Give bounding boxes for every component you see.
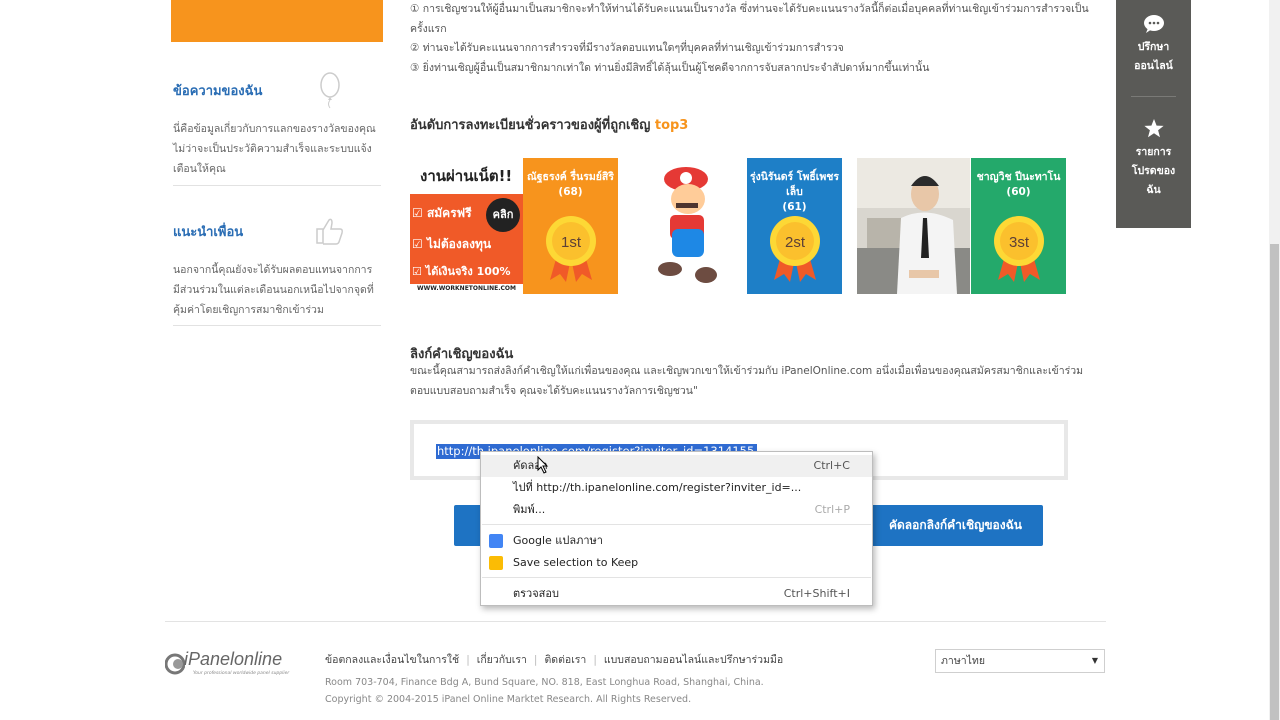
context-menu-print[interactable]: พิมพ์... Ctrl+P: [481, 499, 872, 521]
rank-tile-1: ณัฐธรงค์ รื่นรมย์สิริ (68) 1st: [523, 158, 618, 294]
ad-banner[interactable]: งานผ่านเน็ต!! ☑ สมัครฟรี ☑ ไม่ต้องลงทุน …: [410, 158, 523, 294]
invite-rules: ① การเชิญชวนให้ผู้อื่นมาเป็นสมาชิกจะทำให…: [410, 3, 1089, 74]
floating-sidebar: ปรึกษา ออนไลน์ รายการ โปรดของ ฉัน: [1116, 0, 1191, 228]
keep-icon: [489, 556, 503, 570]
svg-text:1st: 1st: [560, 234, 581, 251]
footer-link-terms[interactable]: ข้อตกลงและเงื่อนไขในการใช้: [325, 654, 459, 666]
context-menu-save-keep[interactable]: Save selection to Keep: [481, 552, 872, 574]
rank-tile-2: รุ่งนิรันดร์ โพธิ์เพชรเล็บ (61) 2st: [747, 158, 842, 294]
my-messages-title[interactable]: ข้อความของฉัน: [173, 80, 381, 101]
invite-description: ขณะนี้คุณสามารถส่งลิงก์คำเชิญให้แก่เพื่อ…: [410, 365, 1084, 397]
recommend-text: นอกจากนี้คุณยังจะได้รับผลตอบแทนจากการ มี…: [173, 264, 374, 316]
favorites-button[interactable]: รายการ โปรดของ ฉัน: [1116, 143, 1191, 200]
star-icon[interactable]: [1143, 118, 1165, 139]
ipanelonline-logo-icon: [165, 653, 185, 675]
thumbs-up-icon: [316, 218, 343, 245]
copy-invite-link-button[interactable]: คัดลอกลิงก์คำเชิญของฉัน: [868, 505, 1043, 546]
context-menu: คัดลอก Ctrl+C ไปที่ http://th.ipanelonli…: [480, 451, 873, 606]
my-messages-text: นี่คือข้อมูลเกี่ยวกับการแลกของรางวัลของค…: [173, 123, 376, 175]
footer-links: ข้อตกลงและเงื่อนไขในการใช้ | เกี่ยวกับเรา |…: [325, 654, 784, 666]
footer-divider: [165, 621, 1106, 622]
balloon-icon: [320, 72, 340, 109]
divider: [173, 325, 381, 326]
page-scrollbar[interactable]: [1269, 0, 1280, 720]
svg-text:3st: 3st: [1008, 234, 1029, 251]
consult-online-button[interactable]: ปรึกษา ออนไลน์: [1116, 38, 1191, 76]
google-translate-icon: [489, 534, 503, 548]
chat-icon[interactable]: [1143, 14, 1165, 34]
user-photo: [857, 158, 970, 294]
rank-tile-3: ชาญวิช ปีนะทาโน (60) 3st: [971, 158, 1066, 294]
menu-separator: [482, 524, 871, 525]
sidebar-banner: [171, 0, 383, 42]
svg-text:2st: 2st: [784, 234, 805, 251]
medal-icon: 1st: [545, 216, 596, 282]
footer-link-survey[interactable]: แบบสอบถามออนไลน์และปรึกษาร่วมมือ: [604, 654, 783, 666]
footer-link-about[interactable]: เกี่ยวกับเรา: [477, 654, 527, 666]
menu-separator: [482, 577, 871, 578]
recommend-title[interactable]: แนะนำเพื่อน: [173, 221, 381, 242]
divider: [173, 185, 381, 186]
context-menu-google-translate[interactable]: Google แปลภาษา: [481, 530, 872, 552]
footer-link-contact[interactable]: ติดต่อเรา: [544, 654, 586, 666]
medal-icon: 3st: [993, 216, 1044, 282]
mouse-cursor-icon: [537, 456, 549, 474]
logo-tagline: Your professional worldwide panel suppli…: [193, 671, 290, 676]
click-badge: คลิก: [486, 198, 520, 232]
footer-address: Room 703-704, Finance Bdg A, Bund Square…: [325, 677, 764, 705]
chevron-down-icon: ▼: [1091, 656, 1098, 665]
context-menu-inspect[interactable]: ตรวจสอบ Ctrl+Shift+I: [481, 583, 872, 605]
invite-title: ลิงก์คำเชิญของฉัน: [410, 347, 514, 362]
language-select[interactable]: ภาษาไทย ▼: [935, 649, 1105, 673]
mario-avatar: [652, 167, 724, 283]
context-menu-goto[interactable]: ไปที่ http://th.ipanelonline.com/registe…: [481, 477, 872, 499]
ranking-title: อันดับการลงทะเบียนชั่วคราวของผู้ที่ถูกเช…: [410, 118, 689, 133]
medal-icon: 2st: [769, 216, 820, 282]
scrollbar-thumb[interactable]: [1270, 244, 1279, 720]
ipanelonline-logo[interactable]: iPanelonline: [184, 649, 282, 670]
divider: [1131, 96, 1176, 97]
